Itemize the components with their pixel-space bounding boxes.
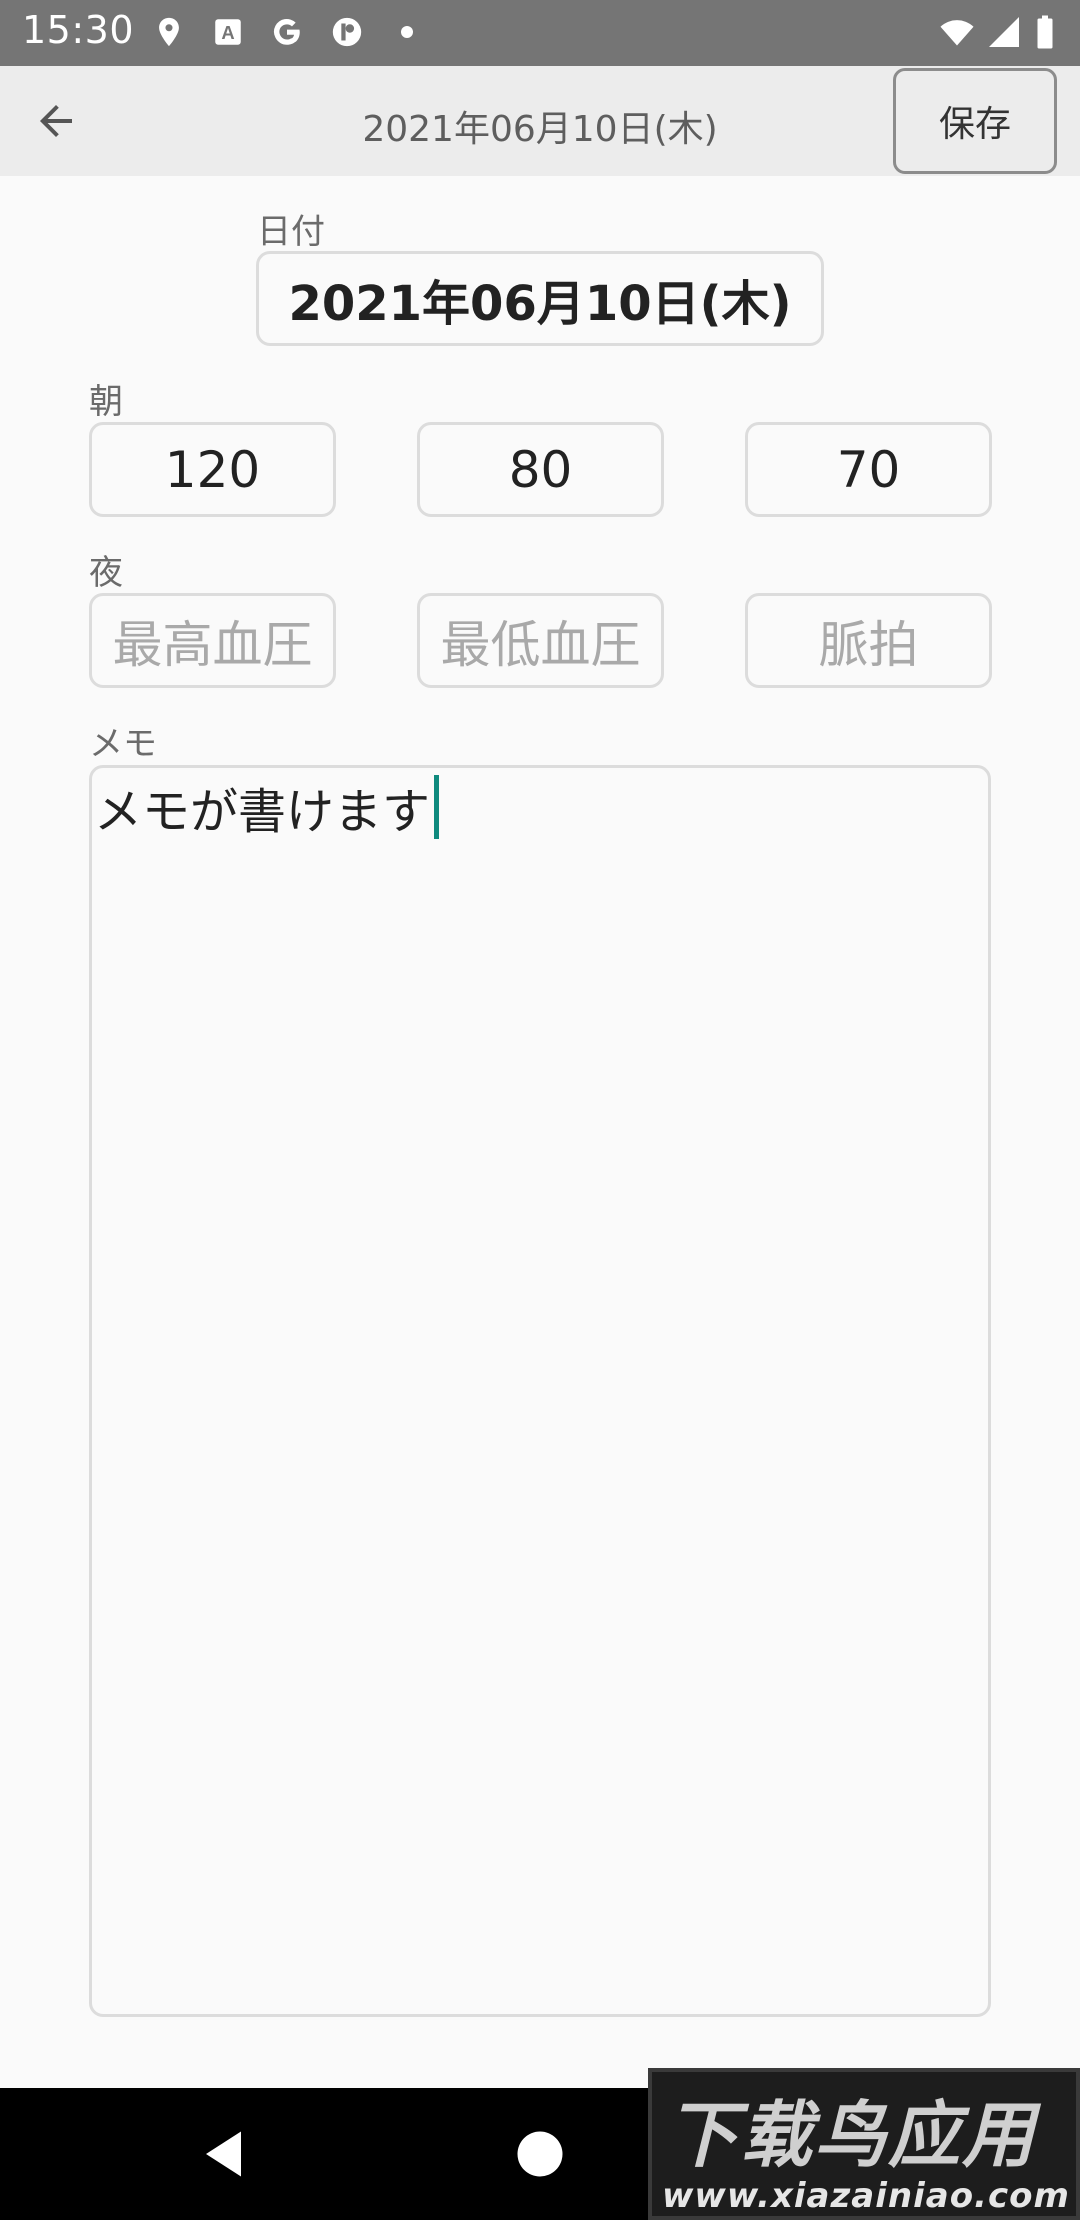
watermark-title: 下载鸟应用 [666, 2093, 1037, 2177]
app-bar: 2021年06月10日(木) 保存 [0, 66, 1080, 176]
svg-text:A: A [221, 22, 234, 43]
night-diastolic-input[interactable]: 最低血圧 [417, 593, 664, 688]
location-icon [152, 14, 186, 50]
dot-icon [398, 14, 416, 50]
app-a-icon: A [211, 14, 245, 50]
watermark: 下载鸟应用 www.xiazainiao.com [648, 2068, 1080, 2220]
watermark-url: www.xiazainiao.com [662, 2176, 1070, 2216]
back-triangle-icon [206, 2131, 241, 2177]
google-icon [270, 14, 304, 50]
nav-home-button[interactable] [510, 2124, 570, 2184]
status-time: 15:30 [22, 8, 135, 52]
night-systolic-input[interactable]: 最高血圧 [89, 593, 336, 688]
nav-back-button[interactable] [196, 2124, 256, 2184]
morning-systolic-input[interactable]: 120 [89, 422, 336, 517]
memo-text: メモが書けます [94, 772, 440, 842]
battery-icon [1033, 14, 1057, 50]
night-label: 夜 [89, 553, 123, 593]
morning-pulse-input[interactable]: 70 [745, 422, 992, 517]
app-p-icon [330, 14, 364, 50]
wifi-icon [935, 14, 979, 50]
signal-icon [985, 14, 1023, 50]
night-pulse-input[interactable]: 脈拍 [745, 593, 992, 688]
memo-textarea[interactable]: メモが書けます [89, 765, 991, 2017]
memo-value: メモが書けます [94, 784, 431, 840]
date-field[interactable]: 2021年06月10日(木) [256, 251, 824, 346]
save-button[interactable]: 保存 [893, 68, 1057, 174]
date-label: 日付 [257, 212, 325, 252]
morning-diastolic-input[interactable]: 80 [417, 422, 664, 517]
memo-label: メモ [89, 724, 157, 764]
status-bar: 15:30 A [0, 0, 1080, 66]
text-caret [434, 775, 440, 839]
morning-label: 朝 [89, 382, 123, 422]
home-circle-icon [517, 2131, 563, 2177]
